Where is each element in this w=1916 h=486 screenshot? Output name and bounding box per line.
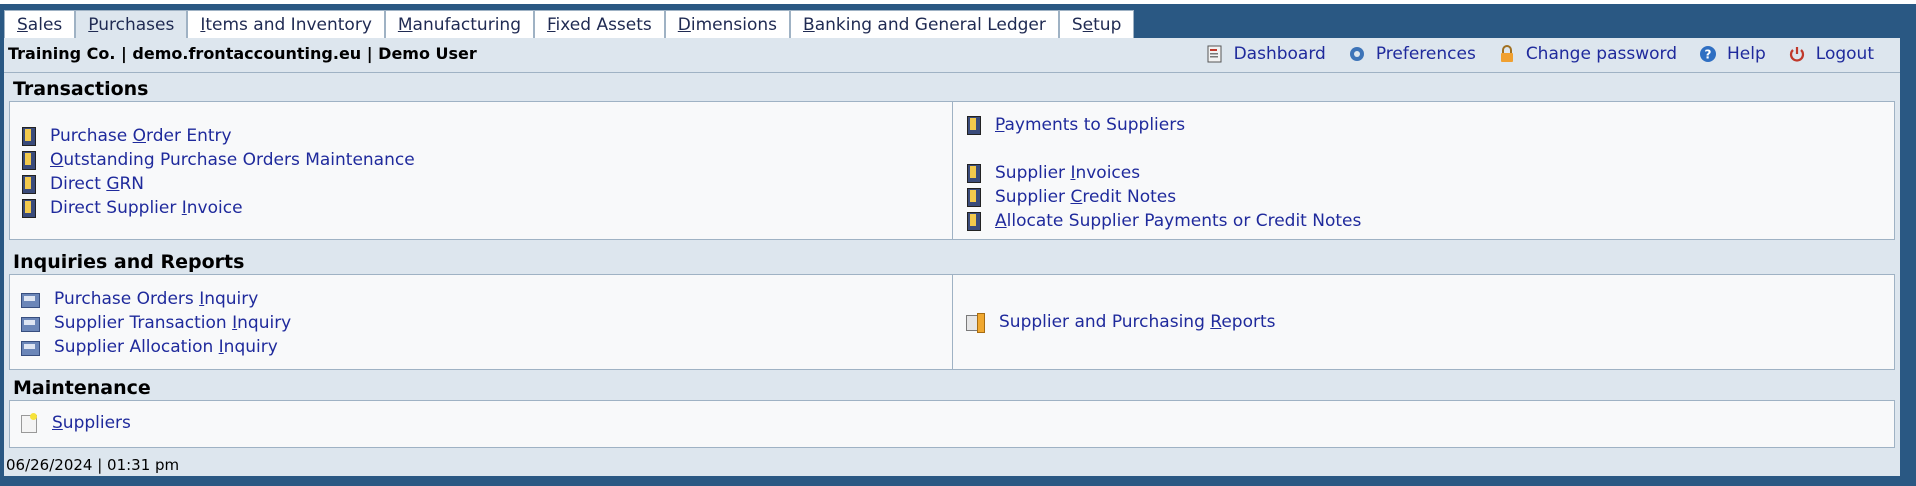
help-icon: ? — [1699, 45, 1717, 63]
change-password-link[interactable]: Change password — [1498, 44, 1677, 64]
document-icon — [20, 126, 36, 146]
help-link[interactable]: ? Help — [1699, 44, 1766, 64]
dashboard-icon — [1206, 45, 1224, 63]
inquiries-right-box: Supplier and Purchasing Reports — [952, 274, 1895, 370]
tab-banking-and-general-ledger[interactable]: Banking and General Ledger — [790, 10, 1059, 38]
document-icon — [20, 174, 36, 194]
svg-text:?: ? — [1705, 48, 1712, 62]
document-icon — [20, 150, 36, 170]
outstanding-purchase-orders-link[interactable]: Outstanding Purchase Orders Maintenance — [20, 150, 415, 170]
gear-icon — [1348, 45, 1366, 63]
payments-to-suppliers-link[interactable]: Payments to Suppliers — [965, 115, 1185, 135]
document-icon — [965, 211, 981, 231]
company-user-info: Training Co. | demo.frontaccounting.eu |… — [8, 44, 477, 63]
header-bar: Training Co. | demo.frontaccounting.eu |… — [4, 38, 1900, 73]
lock-icon — [1498, 45, 1516, 63]
tab-manufacturing[interactable]: Manufacturing — [384, 10, 534, 38]
tab-items-and-inventory[interactable]: Items and Inventory — [187, 10, 385, 38]
logout-link[interactable]: Logout — [1788, 44, 1874, 64]
section-title-maintenance: Maintenance — [13, 377, 151, 399]
preferences-link[interactable]: Preferences — [1348, 44, 1476, 64]
inquiry-icon — [20, 290, 40, 308]
power-icon — [1788, 45, 1806, 63]
section-title-transactions: Transactions — [13, 78, 149, 100]
document-icon — [965, 187, 981, 207]
main-tabs: Sales Purchases Items and Inventory Manu… — [4, 10, 1135, 38]
header-links: Dashboard Preferences Change password ? … — [1206, 44, 1874, 64]
document-icon — [20, 198, 36, 218]
main-panel: Training Co. | demo.frontaccounting.eu |… — [4, 38, 1900, 476]
tab-fixed-assets[interactable]: Fixed Assets — [533, 10, 665, 38]
supplier-allocation-inquiry-link[interactable]: Supplier Allocation Inquiry — [20, 337, 278, 357]
tab-purchases[interactable]: Purchases — [75, 10, 188, 38]
transactions-left-box: Purchase Order Entry Outstanding Purchas… — [9, 101, 956, 240]
report-icon — [965, 312, 985, 333]
inquiries-left-box: Purchase Orders Inquiry Supplier Transac… — [9, 274, 956, 370]
tab-setup[interactable]: Setup — [1058, 10, 1135, 38]
direct-supplier-invoice-link[interactable]: Direct Supplier Invoice — [20, 198, 243, 218]
transactions-right-box: Payments to Suppliers Supplier Invoices … — [952, 101, 1895, 240]
footer-datetime: 06/26/2024 | 01:31 pm — [6, 456, 180, 474]
supplier-invoices-link[interactable]: Supplier Invoices — [965, 163, 1140, 183]
allocate-supplier-payments-link[interactable]: Allocate Supplier Payments or Credit Not… — [965, 211, 1361, 231]
document-icon — [965, 163, 981, 183]
tab-dimensions[interactable]: Dimensions — [664, 10, 791, 38]
new-document-icon — [20, 413, 38, 433]
document-icon — [965, 115, 981, 135]
section-title-inquiries-and-reports: Inquiries and Reports — [13, 251, 245, 273]
supplier-transaction-inquiry-link[interactable]: Supplier Transaction Inquiry — [20, 313, 291, 333]
supplier-and-purchasing-reports-link[interactable]: Supplier and Purchasing Reports — [965, 312, 1276, 333]
maintenance-box: Suppliers — [9, 400, 1895, 448]
purchase-orders-inquiry-link[interactable]: Purchase Orders Inquiry — [20, 289, 258, 309]
supplier-credit-notes-link[interactable]: Supplier Credit Notes — [965, 187, 1176, 207]
direct-grn-link[interactable]: Direct GRN — [20, 174, 144, 194]
inquiry-icon — [20, 338, 40, 356]
tab-sales[interactable]: Sales — [4, 10, 76, 38]
inquiry-icon — [20, 314, 40, 332]
suppliers-link[interactable]: Suppliers — [20, 413, 131, 433]
dashboard-link[interactable]: Dashboard — [1206, 44, 1326, 64]
purchase-order-entry-link[interactable]: Purchase Order Entry — [20, 126, 232, 146]
